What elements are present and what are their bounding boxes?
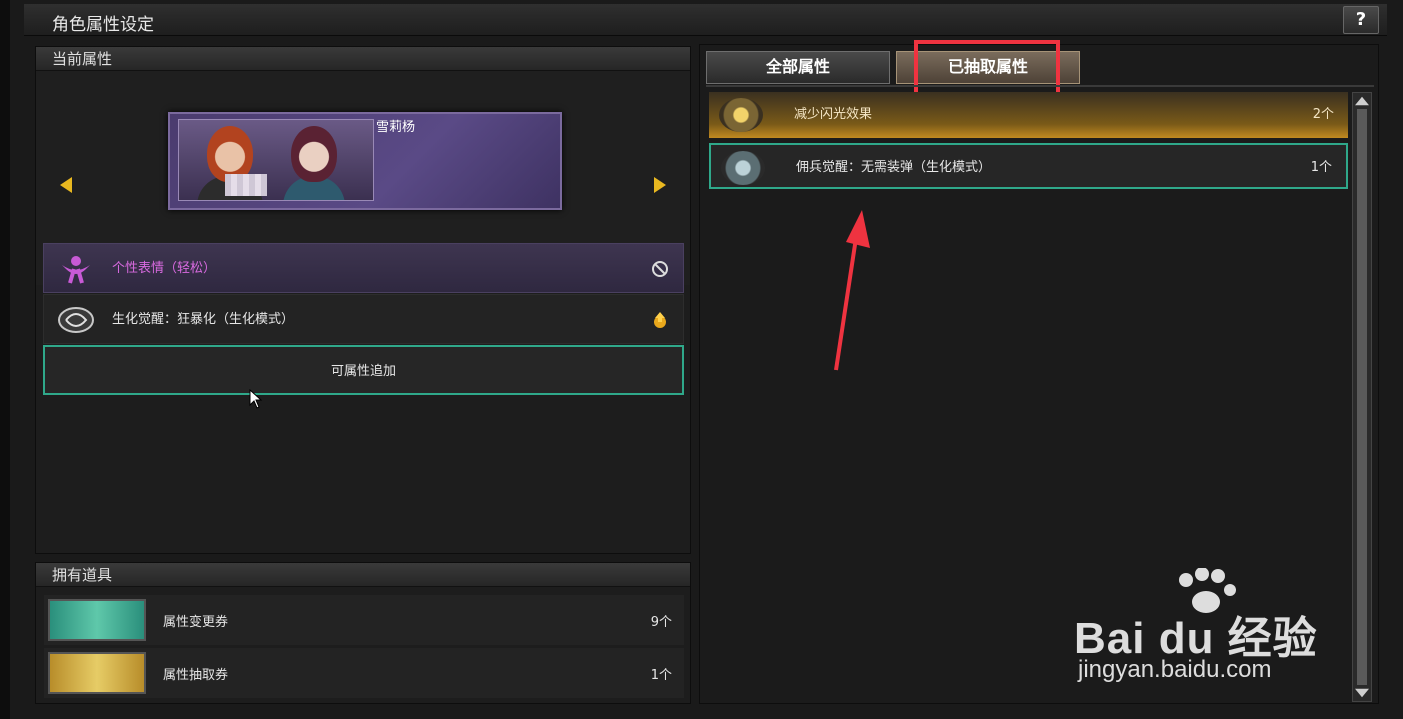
red-annotation-arrow-icon bbox=[834, 210, 870, 371]
current-attributes-header: 当前属性 bbox=[36, 47, 690, 71]
attribute-label: 个性表情（轻松） bbox=[112, 261, 217, 276]
next-character-arrow-icon[interactable] bbox=[654, 177, 666, 193]
game-window: 角色属性设定 ? 当前属性 雪莉杨 个性表情（轻松） 生化觉醒：狂暴化（生化模式… bbox=[0, 0, 1403, 719]
pixelated-mosaic bbox=[225, 174, 267, 196]
window-edge bbox=[0, 0, 10, 719]
owned-items-panel: 拥有道具 属性变更券 9个 属性抽取券 1个 bbox=[35, 562, 691, 704]
portrait-face-right bbox=[291, 126, 337, 182]
list-item-flash-reduce[interactable]: 减少闪光效果 2个 bbox=[709, 92, 1348, 138]
list-item-count: 1个 bbox=[1310, 160, 1332, 175]
mercenary-awaken-icon bbox=[721, 151, 765, 185]
add-attribute-label: 可属性追加 bbox=[330, 364, 396, 379]
character-name: 雪莉杨 bbox=[376, 120, 416, 135]
attribute-label: 生化觉醒：狂暴化（生化模式） bbox=[112, 312, 295, 327]
current-attributes-panel: 当前属性 雪莉杨 个性表情（轻松） 生化觉醒：狂暴化（生化模式） 可属性追加 bbox=[35, 46, 691, 554]
emote-icon bbox=[62, 256, 90, 284]
item-count: 1个 bbox=[650, 668, 672, 683]
list-scrollbar[interactable] bbox=[1352, 92, 1372, 702]
scroll-up-arrow-icon[interactable] bbox=[1355, 96, 1369, 106]
help-button[interactable]: ? bbox=[1343, 6, 1379, 34]
item-name: 属性变更券 bbox=[163, 615, 229, 630]
list-item-count: 2个 bbox=[1312, 107, 1334, 122]
add-attribute-button[interactable]: 可属性追加 bbox=[43, 345, 684, 395]
character-portrait bbox=[178, 119, 374, 201]
change-ticket-icon bbox=[48, 599, 146, 641]
attribute-row-bio-awaken[interactable]: 生化觉醒：狂暴化（生化模式） bbox=[43, 294, 684, 344]
item-row-change-ticket[interactable]: 属性变更券 9个 bbox=[44, 595, 684, 645]
item-name: 属性抽取券 bbox=[163, 668, 229, 683]
tab-divider bbox=[706, 85, 1374, 87]
attribute-row-emote[interactable]: 个性表情（轻松） bbox=[43, 243, 684, 293]
watermark-url: jingyan.baidu.com bbox=[1078, 656, 1272, 683]
item-count: 9个 bbox=[650, 615, 672, 630]
extract-ticket-icon bbox=[48, 652, 146, 694]
upgrade-icon bbox=[654, 312, 666, 328]
list-item-label: 佣兵觉醒：无需装弹（生化模式） bbox=[796, 160, 992, 175]
title-bar: 角色属性设定 ? bbox=[24, 4, 1387, 36]
flash-reduce-icon bbox=[719, 98, 763, 132]
scroll-thumb[interactable] bbox=[1357, 109, 1367, 685]
list-item-label: 减少闪光效果 bbox=[794, 107, 873, 122]
window-title: 角色属性设定 bbox=[52, 15, 154, 35]
character-card[interactable]: 雪莉杨 bbox=[168, 112, 562, 210]
prev-character-arrow-icon[interactable] bbox=[60, 177, 72, 193]
owned-items-header: 拥有道具 bbox=[36, 563, 690, 587]
prohibited-icon bbox=[652, 261, 668, 277]
scroll-down-arrow-icon[interactable] bbox=[1355, 688, 1369, 698]
tab-all-attributes[interactable]: 全部属性 bbox=[706, 51, 890, 84]
list-item-mercenary-awaken[interactable]: 佣兵觉醒：无需装弹（生化模式） 1个 bbox=[709, 143, 1348, 189]
baidu-watermark: Bai du 经验 jingyan.baidu.com bbox=[1074, 568, 1334, 688]
item-row-extract-ticket[interactable]: 属性抽取券 1个 bbox=[44, 648, 684, 698]
mouse-cursor-icon bbox=[249, 389, 263, 409]
bio-awaken-icon bbox=[58, 307, 94, 333]
